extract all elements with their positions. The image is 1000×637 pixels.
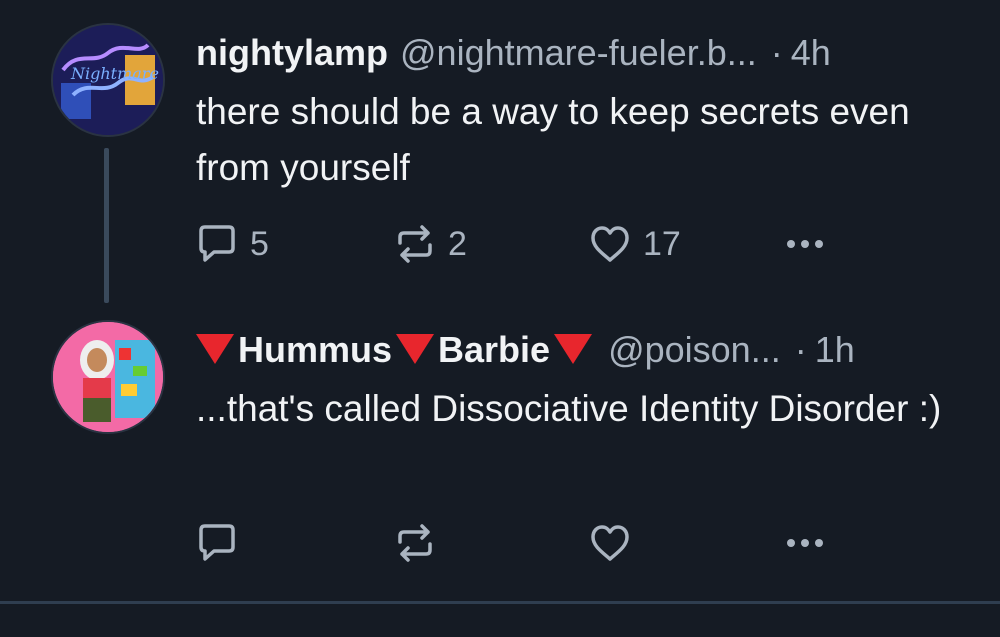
avatar[interactable] bbox=[51, 320, 165, 434]
display-name[interactable]: Hummus Barbie bbox=[196, 325, 596, 375]
reply-count: 5 bbox=[250, 224, 269, 263]
red-triangle-emoji bbox=[196, 334, 234, 364]
thread-line bbox=[104, 148, 109, 303]
post-text: ...that's called Dissociative Identity D… bbox=[196, 388, 942, 429]
more-icon bbox=[787, 539, 823, 547]
reply-button[interactable]: 5 bbox=[192, 219, 269, 269]
like-count: 17 bbox=[643, 224, 681, 263]
timestamp[interactable]: 4h bbox=[791, 28, 831, 78]
avatar[interactable]: Nightmare fueler bbox=[51, 23, 165, 137]
display-name[interactable]: nightylamp bbox=[196, 28, 388, 78]
like-button[interactable]: 17 bbox=[585, 219, 681, 269]
post-text: there should be a way to keep secrets ev… bbox=[196, 91, 910, 188]
more-icon bbox=[787, 240, 823, 248]
more-options-button[interactable] bbox=[780, 219, 830, 269]
post-header: Hummus Barbie @poison... · 1h bbox=[196, 325, 960, 375]
avatar-image: Nightmare fueler bbox=[53, 25, 163, 135]
reply-icon bbox=[199, 225, 235, 262]
timestamp[interactable]: 1h bbox=[815, 325, 855, 375]
reply-button[interactable] bbox=[192, 518, 250, 568]
handle[interactable]: @nightmare-fueler.b... bbox=[400, 28, 757, 78]
post-item[interactable]: Nightmare fueler nightylamp @nightmare-f… bbox=[0, 0, 1000, 303]
repost-button[interactable]: 2 bbox=[390, 219, 467, 269]
avatar-logo-text: Nightmare fueler bbox=[70, 64, 163, 83]
avatar-image bbox=[53, 322, 163, 432]
repost-button[interactable] bbox=[390, 518, 448, 568]
post-actions: 5 2 17 bbox=[190, 219, 950, 269]
like-icon bbox=[591, 525, 629, 561]
repost-icon bbox=[398, 225, 432, 263]
more-options-button[interactable] bbox=[780, 518, 830, 568]
separator-dot: · bbox=[794, 329, 807, 370]
repost-icon bbox=[398, 524, 432, 562]
post-header: nightylamp @nightmare-fueler.b... · 4h bbox=[196, 28, 960, 78]
like-icon bbox=[591, 226, 629, 262]
red-triangle-emoji bbox=[396, 334, 435, 364]
feed-divider bbox=[0, 601, 1000, 604]
post-actions bbox=[190, 518, 950, 568]
like-button[interactable] bbox=[585, 518, 643, 568]
display-name-part: Barbie bbox=[438, 329, 551, 370]
separator-dot: · bbox=[770, 32, 783, 73]
post-item[interactable]: Hummus Barbie @poison... · 1h ...that's c… bbox=[0, 300, 1000, 600]
handle[interactable]: @poison... bbox=[608, 325, 781, 375]
display-name-part: Hummus bbox=[238, 329, 393, 370]
red-triangle-emoji bbox=[554, 334, 593, 364]
reply-icon bbox=[199, 524, 235, 561]
repost-count: 2 bbox=[448, 224, 467, 263]
